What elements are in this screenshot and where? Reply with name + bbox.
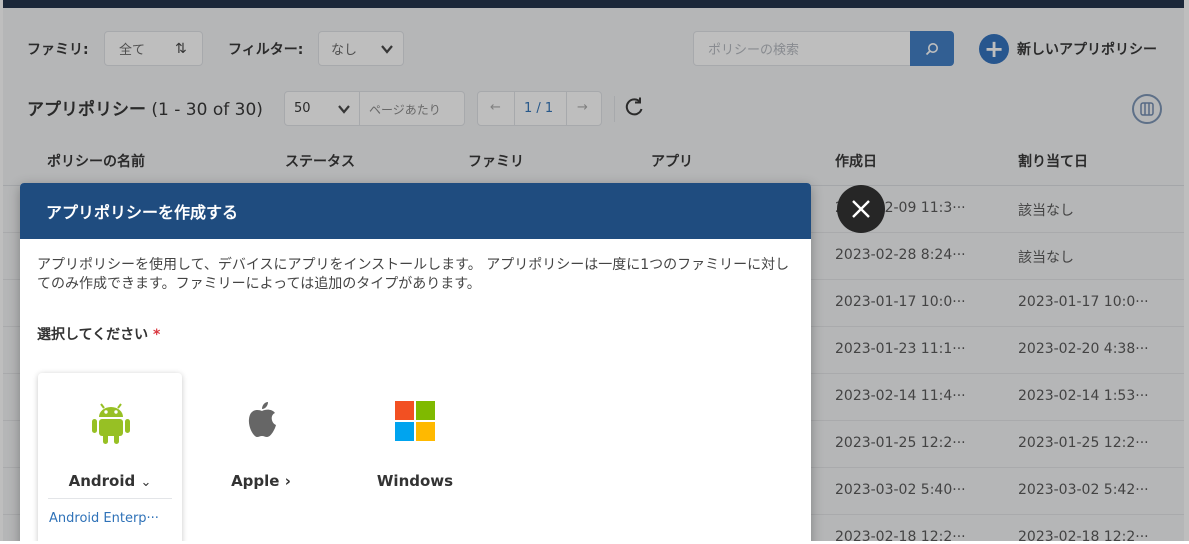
option-windows[interactable]: Windows — [343, 373, 487, 544]
android-enterprise-link[interactable]: Android Enterp··· — [49, 511, 159, 526]
select-prompt-label: 選択してください — [37, 327, 149, 343]
chevron-down-icon: ⌄ — [140, 475, 152, 490]
option-apple-label: Apple › — [189, 472, 333, 490]
close-icon — [852, 200, 870, 218]
windows-icon — [395, 401, 435, 441]
option-apple[interactable]: Apple › — [189, 373, 333, 544]
option-label-text: Android — [68, 472, 136, 490]
option-android[interactable]: Android ⌄ Android Enterp··· — [38, 373, 182, 544]
option-label-text: Apple — [231, 472, 280, 490]
apple-icon — [248, 402, 276, 437]
dialog-description: アプリポリシーを使用して、デバイスにアプリをインストールします。 アプリポリシー… — [37, 257, 790, 292]
chevron-right-icon: › — [284, 472, 291, 490]
dialog-title: アプリポリシーを作成する — [20, 183, 811, 239]
option-android-label: Android ⌄ — [38, 472, 182, 490]
select-prompt: 選択してください * — [37, 324, 160, 344]
divider — [48, 498, 172, 499]
required-marker: * — [153, 327, 161, 343]
create-app-policy-dialog: アプリポリシーを作成する アプリポリシーを使用して、デバイスにアプリをインストー… — [20, 183, 811, 544]
option-windows-label: Windows — [376, 472, 454, 490]
close-dialog-button[interactable] — [837, 185, 885, 233]
android-icon — [92, 403, 130, 444]
